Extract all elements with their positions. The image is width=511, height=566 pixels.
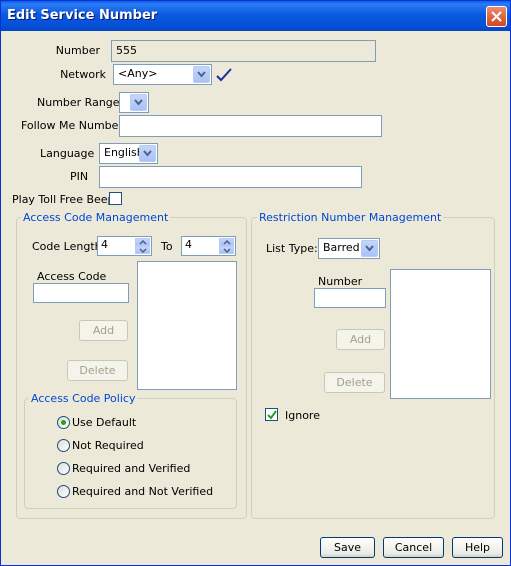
restriction-number-field[interactable]: [314, 288, 386, 308]
ignore-checkbox[interactable]: [265, 408, 278, 421]
access-code-label: Access Code: [37, 270, 107, 283]
pin-field[interactable]: [99, 166, 362, 188]
radio-required-and-verified[interactable]: [57, 462, 70, 475]
radio-required-and-not-verified[interactable]: [57, 485, 70, 498]
number-label: Number: [55, 44, 100, 57]
chevron-up-icon: [139, 240, 147, 245]
spin-down-button[interactable]: [135, 246, 150, 254]
chevron-down-icon: [365, 245, 374, 252]
follow-me-number-label: Follow Me Number: [21, 119, 123, 132]
access-code-management-title: Access Code Management: [21, 211, 171, 224]
radio-required-and-verified-label[interactable]: Required and Verified: [72, 462, 190, 475]
list-type-select-value: Barred: [323, 241, 360, 254]
add-button-label: Add: [92, 324, 115, 337]
number-range-dropdown-button[interactable]: [130, 94, 147, 111]
ignore-label: Ignore: [285, 409, 320, 422]
help-button[interactable]: Help: [452, 537, 503, 558]
add-button-label: Add: [349, 333, 372, 346]
play-toll-free-beep-checkbox[interactable]: [109, 192, 122, 205]
access-code-delete-button[interactable]: Delete: [67, 360, 128, 381]
language-select[interactable]: English: [99, 143, 158, 164]
cancel-button[interactable]: Cancel: [383, 537, 444, 558]
radio-not-required-label[interactable]: Not Required: [72, 439, 144, 452]
restriction-add-button[interactable]: Add: [336, 329, 385, 350]
restriction-number-list[interactable]: [390, 269, 491, 399]
chevron-down-icon: [134, 99, 143, 106]
save-button-label: Save: [333, 541, 361, 554]
language-select-value: English: [104, 146, 144, 159]
access-code-list[interactable]: [137, 261, 237, 390]
network-select[interactable]: <Any>: [113, 64, 212, 85]
radio-use-default[interactable]: [57, 416, 70, 429]
number-range-label: Number Range: [37, 96, 120, 109]
to-label: To: [161, 240, 173, 253]
network-select-value: <Any>: [118, 67, 158, 80]
close-button[interactable]: [486, 6, 507, 27]
checkmark-icon: [267, 410, 277, 420]
help-button-label: Help: [464, 541, 491, 554]
delete-button-label: Delete: [336, 376, 373, 389]
access-code-add-button[interactable]: Add: [79, 320, 128, 341]
play-toll-free-beep-label: Play Toll Free Beep: [12, 193, 115, 206]
restriction-delete-button[interactable]: Delete: [324, 372, 385, 393]
language-dropdown-button[interactable]: [139, 145, 156, 162]
spin-up-button[interactable]: [135, 238, 150, 246]
code-length-to-value: 4: [185, 238, 192, 251]
code-length-label: Code Length: [32, 240, 102, 253]
restriction-number-management-title: Restriction Number Management: [257, 211, 444, 224]
list-type-select[interactable]: Barred: [318, 238, 380, 259]
list-type-label: List Type:: [266, 242, 318, 255]
access-code-field[interactable]: [33, 283, 129, 303]
access-code-policy-title: Access Code Policy: [29, 392, 138, 405]
code-length-to-spinner[interactable]: 4: [181, 236, 236, 256]
cancel-button-label: Cancel: [394, 541, 433, 554]
restriction-number-label: Number: [318, 275, 363, 288]
radio-use-default-label[interactable]: Use Default: [72, 416, 136, 429]
radio-not-required[interactable]: [57, 439, 70, 452]
language-label: Language: [40, 147, 95, 160]
chevron-down-icon: [139, 248, 147, 253]
save-button[interactable]: Save: [320, 537, 375, 558]
dialog-window: Edit Service Number Number 555 Network <…: [0, 0, 511, 566]
chevron-up-icon: [223, 240, 231, 245]
number-field: 555: [111, 40, 376, 62]
spin-down-button[interactable]: [219, 246, 234, 254]
spin-up-button[interactable]: [219, 238, 234, 246]
number-range-select[interactable]: [119, 92, 149, 113]
checkmark-icon: [216, 68, 232, 82]
title-bar: Edit Service Number: [1, 1, 510, 31]
close-icon: [491, 11, 502, 22]
radio-required-and-not-verified-label[interactable]: Required and Not Verified: [72, 485, 213, 498]
chevron-down-icon: [197, 71, 206, 78]
network-dropdown-button[interactable]: [193, 66, 210, 83]
code-length-from-spinner[interactable]: 4: [97, 236, 152, 256]
follow-me-number-field[interactable]: [119, 115, 382, 137]
chevron-down-icon: [143, 150, 152, 157]
code-length-from-value: 4: [101, 238, 108, 251]
network-label: Network: [60, 68, 106, 81]
radio-selected-dot: [61, 420, 66, 425]
delete-button-label: Delete: [79, 364, 116, 377]
list-type-dropdown-button[interactable]: [361, 240, 378, 257]
window-title: Edit Service Number: [7, 8, 158, 23]
chevron-down-icon: [223, 248, 231, 253]
pin-label: PIN: [70, 170, 89, 183]
